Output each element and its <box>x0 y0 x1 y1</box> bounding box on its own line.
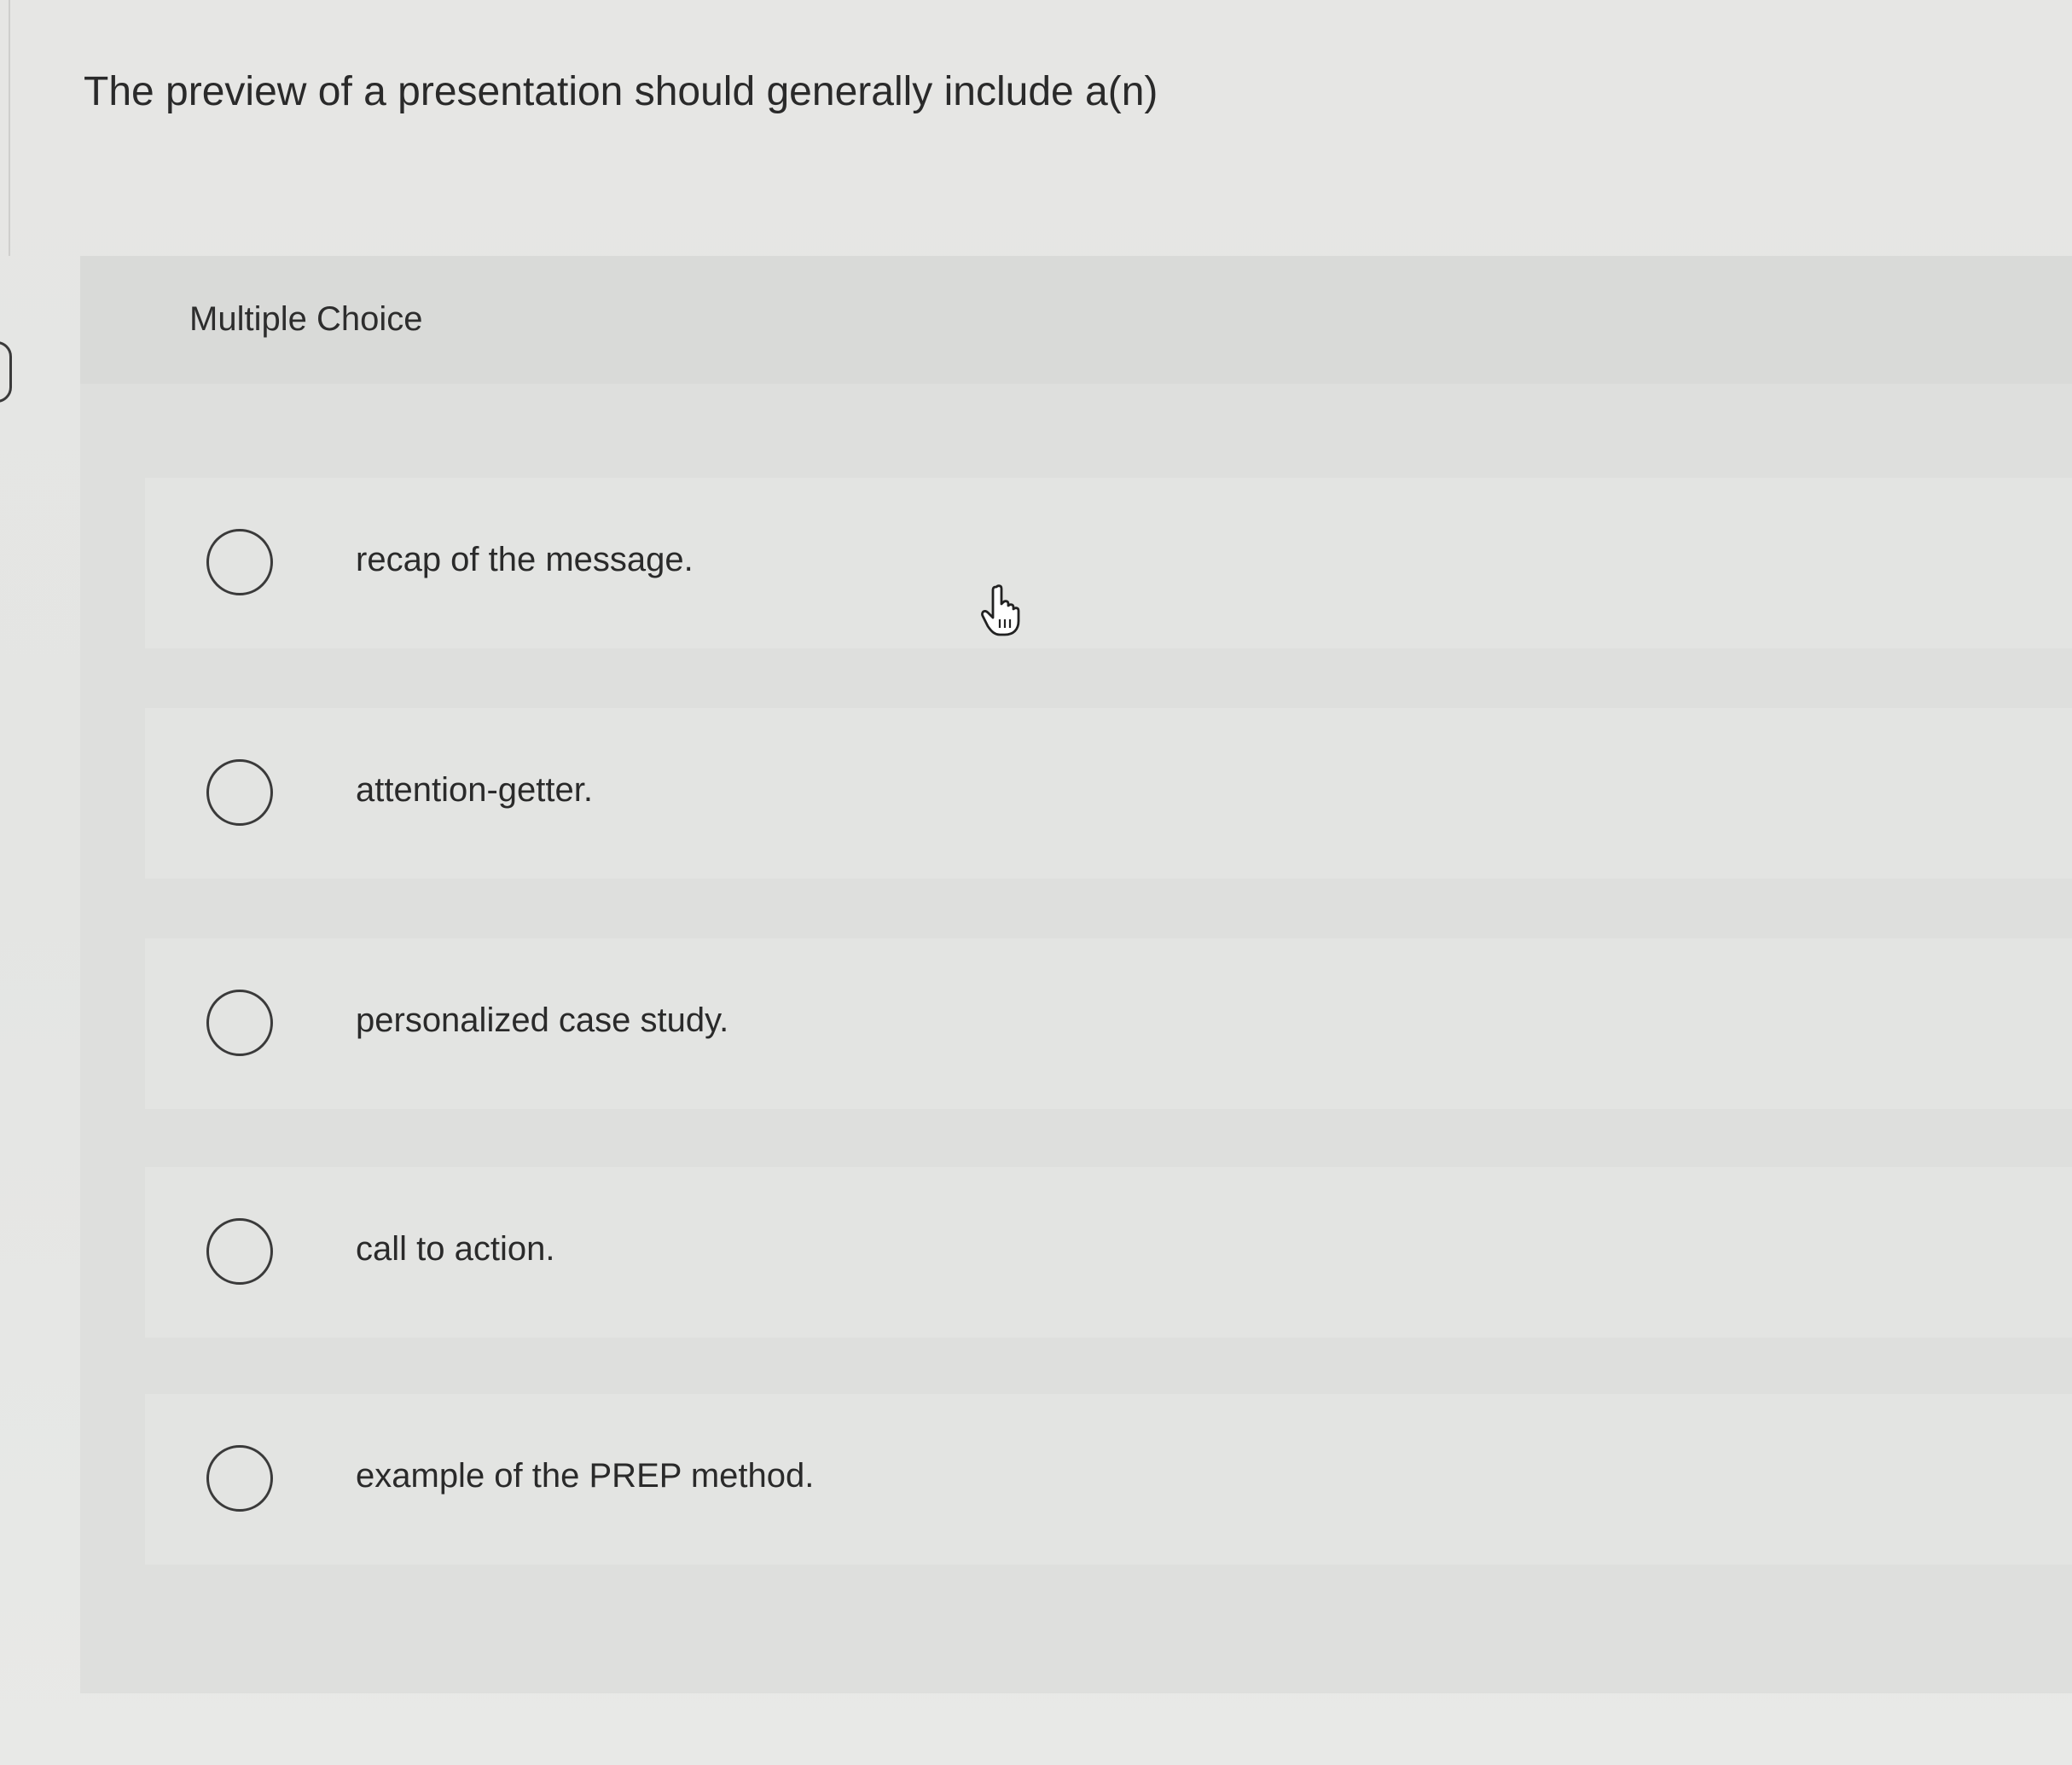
choice-label: recap of the message. <box>356 541 694 578</box>
choice-option-2[interactable]: attention-getter. <box>145 708 2072 879</box>
radio-unselected-icon[interactable] <box>206 1445 273 1512</box>
choice-option-5[interactable]: example of the PREP method. <box>145 1394 2072 1565</box>
question-type-label: Multiple Choice <box>189 300 423 338</box>
question-title: The preview of a presentation should gen… <box>84 69 1158 114</box>
hand-pointer-cursor-icon <box>981 584 1020 636</box>
radio-unselected-icon[interactable] <box>206 529 273 595</box>
choice-label: call to action. <box>356 1230 555 1268</box>
choice-label: attention-getter. <box>356 771 593 809</box>
question-card: Multiple Choice recap of the message. at… <box>80 256 2072 1693</box>
card-header: Multiple Choice <box>80 256 2072 384</box>
choice-option-1[interactable]: recap of the message. <box>145 478 2072 648</box>
side-panel-toggle[interactable] <box>0 341 12 403</box>
choice-label: personalized case study. <box>356 1002 729 1039</box>
radio-unselected-icon[interactable] <box>206 759 273 826</box>
radio-unselected-icon[interactable] <box>206 990 273 1056</box>
choice-label: example of the PREP method. <box>356 1457 815 1495</box>
radio-unselected-icon[interactable] <box>206 1218 273 1285</box>
choice-option-3[interactable]: personalized case study. <box>145 938 2072 1109</box>
choice-option-4[interactable]: call to action. <box>145 1167 2072 1338</box>
window-left-edge <box>0 0 10 256</box>
